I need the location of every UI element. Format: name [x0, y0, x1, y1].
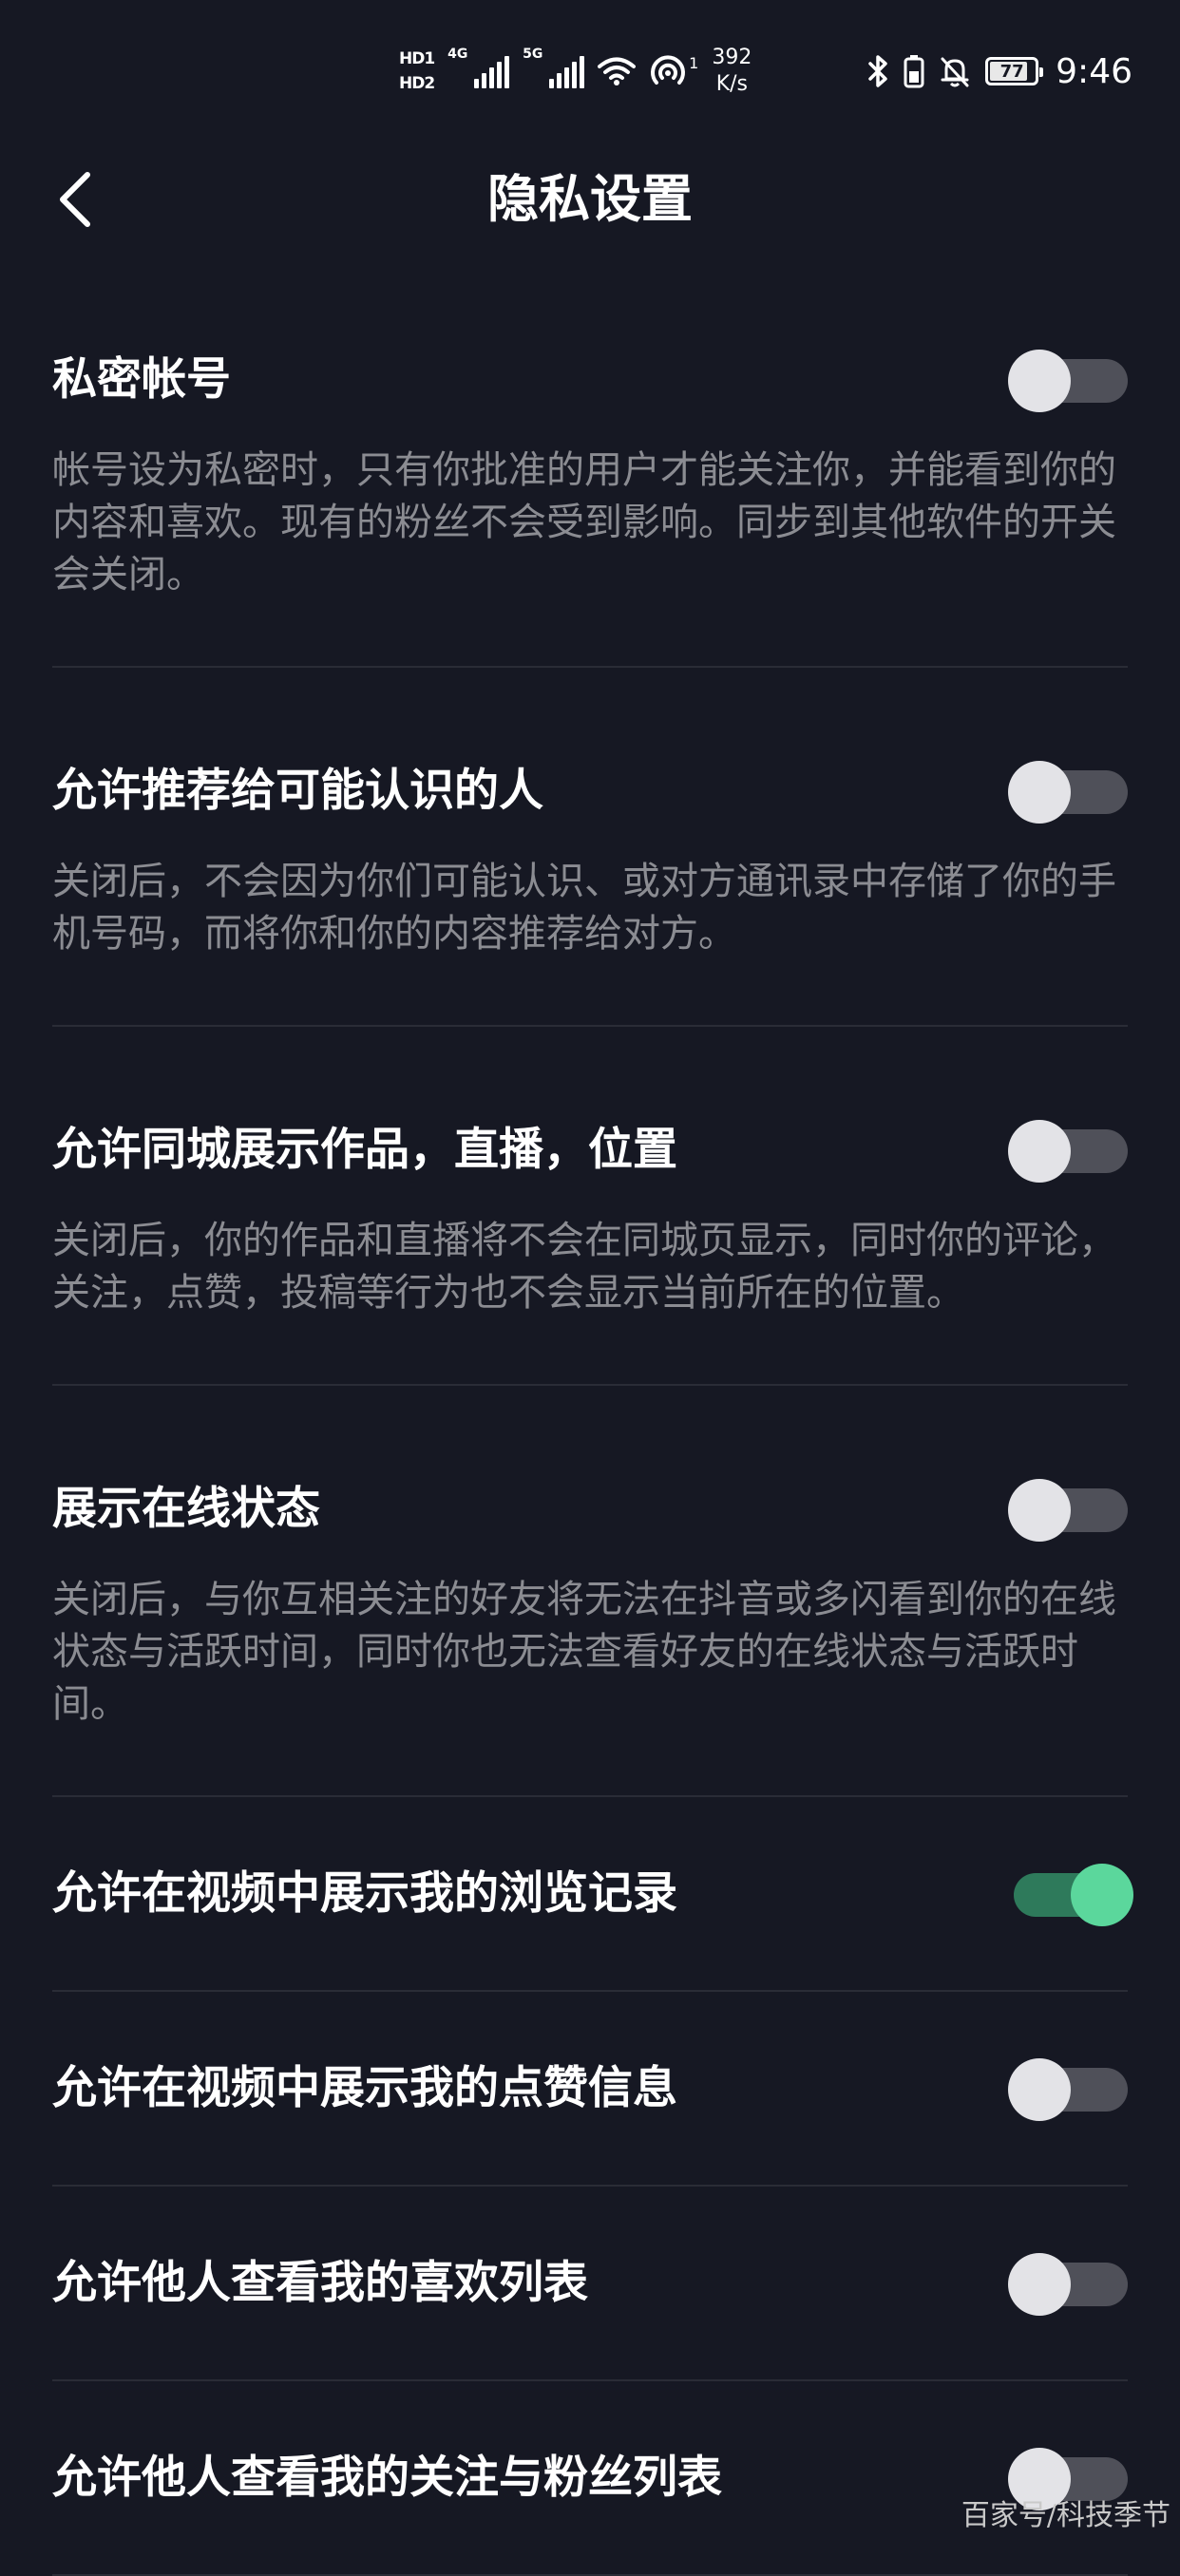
- watermark: 百家号/科技季节: [961, 2499, 1170, 2532]
- speed-unit: K/s: [715, 72, 749, 96]
- setting-title: 允许他人查看我的关注与粉丝列表: [52, 2452, 722, 2504]
- clock: 9:46: [1056, 51, 1132, 91]
- setting-description: 关闭后，不会因为你们可能认识、或对方通讯录中存储了你的手机号码，而将你和你的内容…: [52, 860, 1116, 956]
- signal-4g-icon: 4G: [447, 47, 510, 88]
- setting-title: 展示在线状态: [52, 1483, 320, 1535]
- wifi-icon: [598, 56, 637, 86]
- status-left-icons: HD1 HD2 4G 5G 1 392 K/s: [399, 38, 752, 104]
- local-display-toggle[interactable]: [1008, 1120, 1128, 1183]
- setting-show-browsing-history: 允许在视频中展示我的浏览记录: [52, 1797, 1133, 1992]
- settings-list: 私密帐号 帐号设为私密时，只有你批准的用户才能关注你，并能看到你的内容和喜欢。现…: [0, 256, 1180, 2576]
- setting-title: 允许在视频中展示我的浏览记录: [52, 1867, 677, 1920]
- setting-recommend-to-acquaintances: 允许推荐给可能认识的人 关闭后，不会因为你们可能认识、或对方通讯录中存储了你的手…: [52, 668, 1128, 1027]
- speed-value: 392: [712, 46, 752, 69]
- network-5g-label: 5G: [523, 47, 543, 62]
- bluetooth-icon: [867, 54, 890, 88]
- signal-5g-icon: 5G: [523, 47, 585, 88]
- battery-level: 77: [999, 61, 1024, 82]
- hotspot-icon: 1: [649, 54, 698, 88]
- hd2-badge: HD2: [399, 74, 435, 93]
- header: 隐私设置: [0, 142, 1180, 256]
- setting-title: 允许他人查看我的喜欢列表: [52, 2257, 588, 2309]
- setting-title: 允许同城展示作品，直播，位置: [52, 1124, 677, 1176]
- setting-title: 私密帐号: [52, 353, 231, 406]
- network-speed: 392 K/s: [712, 45, 752, 98]
- setting-description: 帐号设为私密时，只有你批准的用户才能关注你，并能看到你的内容和喜欢。现有的粉丝不…: [52, 448, 1116, 597]
- setting-description: 关闭后，你的作品和直播将不会在同城页显示，同时你的评论，关注，点赞，投稿等行为也…: [52, 1219, 1116, 1315]
- setting-show-likes: 允许在视频中展示我的点赞信息: [52, 1992, 1128, 2187]
- show-likes-toggle[interactable]: [1008, 2058, 1128, 2121]
- status-right-icons: 77 9:46: [867, 38, 1132, 104]
- setting-favorites-list: 允许他人查看我的喜欢列表: [52, 2187, 1128, 2381]
- online-status-toggle[interactable]: [1008, 1479, 1128, 1542]
- page-title: 隐私设置: [487, 169, 693, 229]
- battery-small-icon: [904, 54, 924, 88]
- battery-icon: 77: [985, 57, 1044, 85]
- browsing-history-toggle[interactable]: [1014, 1864, 1133, 1926]
- favorites-list-toggle[interactable]: [1008, 2253, 1128, 2316]
- private-account-toggle[interactable]: [1008, 350, 1128, 412]
- setting-title: 允许推荐给可能认识的人: [52, 765, 543, 817]
- setting-private-account: 私密帐号 帐号设为私密时，只有你批准的用户才能关注你，并能看到你的内容和喜欢。现…: [52, 256, 1128, 668]
- hotspot-count: 1: [689, 54, 699, 72]
- network-4g-label: 4G: [447, 47, 468, 62]
- setting-follow-fans-list: 允许他人查看我的关注与粉丝列表: [52, 2381, 1128, 2576]
- hd1-badge: HD1: [399, 49, 435, 68]
- setting-online-status: 展示在线状态 关闭后，与你互相关注的好友将无法在抖音或多闪看到你的在线状态与活跃…: [52, 1386, 1128, 1797]
- bell-off-icon: [938, 54, 972, 88]
- hd-indicators: HD1 HD2: [399, 49, 435, 93]
- status-bar: HD1 HD2 4G 5G 1 392 K/s 77 9:46: [0, 0, 1180, 142]
- recommend-toggle[interactable]: [1008, 761, 1128, 824]
- setting-local-display: 允许同城展示作品，直播，位置 关闭后，你的作品和直播将不会在同城页显示，同时你的…: [52, 1027, 1128, 1386]
- setting-description: 关闭后，与你互相关注的好友将无法在抖音或多闪看到你的在线状态与活跃时间，同时你也…: [52, 1578, 1116, 1726]
- setting-title: 允许在视频中展示我的点赞信息: [52, 2062, 677, 2114]
